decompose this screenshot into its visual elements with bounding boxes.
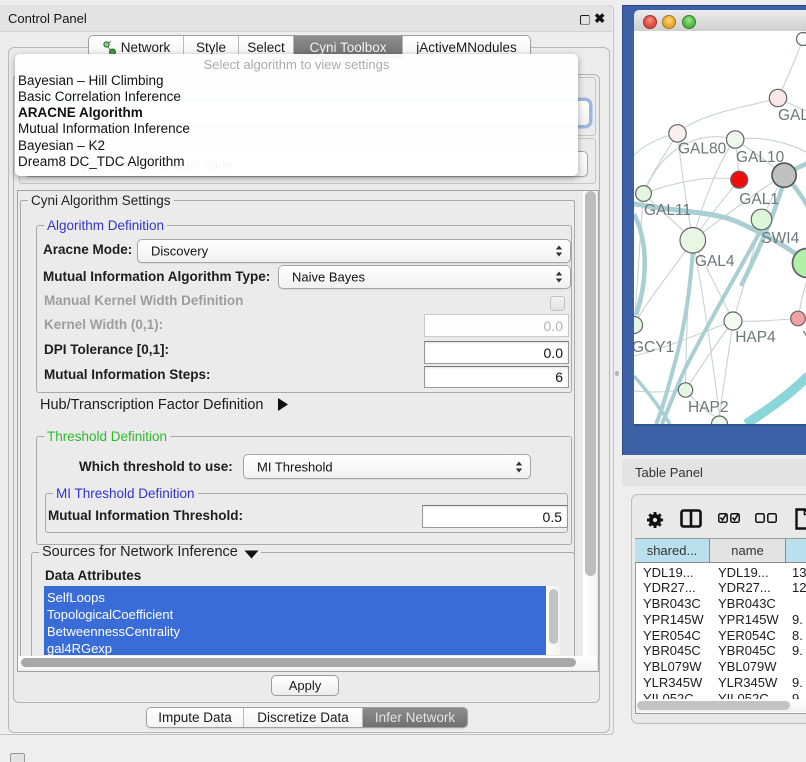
svg-text:GAL4: GAL4	[695, 253, 735, 270]
svg-text:GAL80: GAL80	[678, 141, 727, 158]
svg-text:GAL11: GAL11	[644, 202, 691, 219]
svg-text:Y: Y	[802, 329, 806, 346]
svg-text:GCY1: GCY1	[634, 339, 674, 356]
svg-text:HAP2: HAP2	[688, 399, 729, 416]
svg-text:GAL1: GAL1	[739, 191, 779, 208]
svg-text:GAL10: GAL10	[736, 149, 785, 166]
svg-text:GAL: GAL	[778, 107, 806, 124]
svg-text:SWI4: SWI4	[761, 230, 799, 247]
svg-text:HAP4: HAP4	[735, 329, 776, 346]
